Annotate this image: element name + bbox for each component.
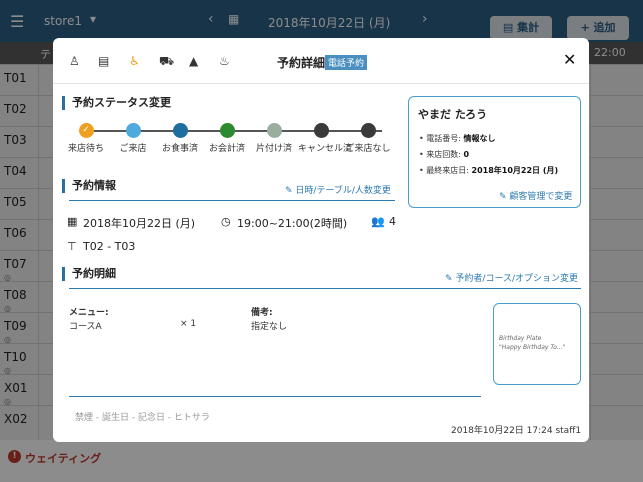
customer-card: やまだ たろう • 電話番号: 情報なし • 来店回数: 0 • 最終来店日: … [408,96,581,208]
status-stepper: ✓ 来店待ち ご来店 お食事済 お会計済 片付け済 キャンセル済 ご来店なし [65,123,405,163]
reservation-type-badge: 電話予約 [325,55,368,70]
status-step-label: キャンセル済 [298,144,353,154]
menu-quantity: × 1 [180,319,197,329]
status-step[interactable]: キャンセル済 [298,123,353,154]
wheelchair-icon[interactable]: ♿ [129,54,140,68]
status-step[interactable]: ご来店 [110,123,156,154]
status-step[interactable]: ✓ 来店待ち [63,123,109,154]
reservation-edit-link[interactable]: ✎ 日時/テーブル/人数変更 [285,183,391,196]
status-step-label: 来店待ち [67,144,104,154]
details-section-title: 予約明細 [62,267,116,281]
reservation-date: 2018年10月22日 (月) [83,217,196,230]
status-dot [266,123,282,138]
status-dot [125,123,141,138]
pencil-icon: ✎ [445,274,456,284]
menu-label: メニュー: [69,308,109,318]
status-dot [219,123,235,138]
status-step[interactable]: 片付け済 [251,123,297,154]
memo-scribble: Birthday Plate "Happy Birthday To..." [499,335,566,351]
people-icon: 👥 [371,215,385,228]
close-icon[interactable]: ✕ [563,50,576,69]
stroller-icon[interactable]: ⛟ [159,54,174,70]
warning-icon[interactable]: ▲ [189,54,198,68]
status-step-label: ご来店なし [345,144,391,154]
section-underline [69,288,581,289]
reservation-tables: T02 - T03 [83,240,136,253]
clock-icon: ◷ [221,215,231,228]
status-dot [313,123,329,138]
customer-phone: • 電話番号: 情報なし [419,134,496,143]
customer-manage-link[interactable]: ✎ 顧客管理で変更 [499,189,572,202]
document-icon[interactable]: ▤ [98,54,109,68]
handwritten-memo[interactable]: Birthday Plate "Happy Birthday To..." [493,303,581,385]
note-value: 指定なし [251,322,288,332]
calendar-icon: ▦ [67,215,78,228]
reservation-detail-modal: ♙ ▤ ♿ ⛟ ▲ ♨ 予約詳細 電話予約 ✕ 予約ステータス変更 ✓ 来店待ち ご… [53,38,589,442]
status-step-label: お食事済 [161,144,198,154]
person-icon[interactable]: ♙ [69,54,80,68]
note-label: 備考: [251,308,273,318]
cake-icon[interactable]: ♨ [219,54,230,68]
reservation-section-title: 予約情報 [62,179,116,193]
table-icon: ⊤ [67,240,77,253]
menu-item: コースA [69,322,102,332]
modal-header: ♙ ▤ ♿ ⛟ ▲ ♨ 予約詳細 電話予約 ✕ [53,38,589,84]
pencil-icon: ✎ [499,192,510,202]
customer-name: やまだ たろう [418,108,488,121]
reservation-timestamp: 2018年10月22日 17:24 staff1 [451,426,582,436]
status-step[interactable]: お会計済 [204,123,250,154]
status-step-label: お会計済 [208,144,245,154]
status-section-title: 予約ステータス変更 [62,96,171,110]
status-step-label: ご来店 [119,144,147,154]
status-dot [360,123,376,138]
status-step[interactable]: お食事済 [157,123,203,154]
status-dot [172,123,188,138]
modal-title: 予約詳細 [277,56,326,70]
reservation-time: 19:00~21:00(2時間) [237,217,348,230]
status-step-label: 片付け済 [255,144,292,154]
reservation-tags: 禁煙 - 誕生日 - 記念日 - ヒトサラ [75,413,210,423]
customer-last-visit: • 最終来店日: 2018年10月22日 (月) [419,166,559,175]
reservation-people: 4 [389,215,396,228]
check-icon: ✓ [78,123,94,138]
memo-underline [69,396,481,397]
pencil-icon: ✎ [285,186,296,196]
status-step[interactable]: ご来店なし [345,123,391,154]
customer-info-list: • 電話番号: 情報なし • 来店回数: 0 • 最終来店日: 2018年10月… [419,133,558,181]
section-underline [69,200,395,201]
details-edit-link[interactable]: ✎ 予約者/コース/オプション変更 [445,271,578,284]
customer-visits: • 来店回数: 0 [419,150,470,159]
